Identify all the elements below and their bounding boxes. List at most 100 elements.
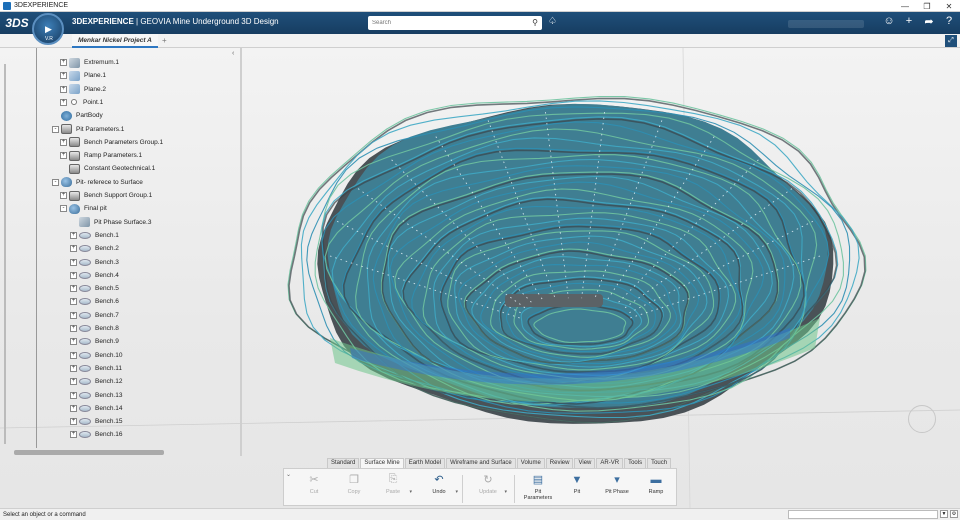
search-icon[interactable]: ⚲ [532,18,538,27]
tree-item[interactable]: + Plane.1 [60,69,106,82]
section-tab[interactable]: Standard [327,458,360,468]
user-profile-icon[interactable]: ☺ [882,15,896,28]
expand-node-icon[interactable]: + [70,364,77,372]
collapse-node-icon[interactable]: - [60,205,67,213]
tree-item[interactable]: + Bench.16 [70,428,122,441]
tree-item[interactable]: - Pit Parameters.1 [52,123,124,136]
expand-node-icon[interactable]: + [70,271,77,279]
expand-node-icon[interactable]: + [60,192,67,199]
section-tab[interactable]: Review [545,458,574,468]
panel-splitter[interactable] [240,48,242,456]
tree-item[interactable]: + Bench Support Group.1 [60,189,152,202]
search-input[interactable] [372,20,522,26]
expand-node-icon[interactable]: + [60,98,67,106]
tree-item[interactable]: - Pit- referece to Surface [52,176,143,189]
expand-node-icon[interactable]: + [70,231,77,239]
copy-button[interactable]: ❐ Copy [338,473,370,505]
tree-item[interactable]: + Bench.10 [70,349,122,362]
pit-button[interactable]: ▼ Pit [561,473,593,505]
tree-item[interactable]: + Bench.1 [70,229,119,242]
dropdown-caret-icon[interactable]: ▾ [455,489,458,495]
expand-node-icon[interactable]: + [70,285,77,293]
section-tab[interactable]: Surface Mine [360,458,404,468]
cut-button[interactable]: ✂ Cut [298,473,330,505]
section-tab[interactable]: Tools [624,458,647,468]
tree-item[interactable]: + Bench.13 [70,389,122,402]
add-icon[interactable]: + [902,15,916,28]
dropdown-caret-icon[interactable]: ▾ [409,489,412,495]
expand-node-icon[interactable]: + [70,311,77,319]
compass-icon[interactable]: ▶ V.R [32,13,64,45]
tree-item[interactable]: + Bench.2 [70,242,119,255]
tree-vertical-scrollbar[interactable] [4,64,6,444]
tree-item[interactable]: - Final pit [60,202,107,215]
update-button[interactable]: ↻ Update ▾ [472,473,507,505]
section-tab[interactable]: View [574,458,596,468]
expand-node-icon[interactable]: + [60,85,67,93]
section-tab[interactable]: Earth Model [404,458,446,468]
expand-node-icon[interactable]: + [70,404,77,412]
expand-node-icon[interactable]: + [70,378,77,386]
collapse-node-icon[interactable]: - [52,125,59,133]
add-tab-icon[interactable]: + [162,36,167,45]
search-box[interactable]: ⚲ [368,16,542,30]
expand-node-icon[interactable]: + [70,258,77,266]
expand-node-icon[interactable]: + [70,391,77,399]
ramp-button[interactable]: ▬ Ramp [640,473,672,505]
expand-node-icon[interactable]: + [70,351,77,359]
expand-node-icon[interactable]: + [60,152,67,160]
tree-item[interactable]: + Point.1 [60,96,103,109]
view-compass-icon[interactable] [908,405,936,433]
tree-item[interactable]: + Bench.7 [70,309,119,322]
command-input[interactable] [788,510,938,519]
help-icon[interactable]: ? [942,15,956,28]
tree-horizontal-scrollbar[interactable] [14,450,164,455]
tree-item[interactable]: + Bench.14 [70,402,122,415]
tree-item[interactable]: + Bench.8 [70,322,119,335]
pit-parameters-button[interactable]: ▤ Pit Parameters [522,473,554,505]
ds-logo-icon[interactable]: 3DS [5,12,28,34]
tree-item[interactable]: + Plane.2 [60,83,106,96]
undo-button[interactable]: ↶ Undo ▾ [423,473,458,505]
tree-item[interactable]: + Bench.15 [70,415,122,428]
expand-node-icon[interactable]: + [60,72,67,80]
expand-node-icon[interactable]: + [70,325,77,332]
tab-menkar-nickel-project[interactable]: Menkar Nickel Project A [72,34,158,48]
tree-item[interactable]: + Bench.6 [70,295,119,308]
tree-item[interactable]: + Bench.4 [70,269,119,282]
expand-node-icon[interactable]: + [70,431,77,439]
expand-node-icon[interactable]: + [70,338,77,346]
section-tab[interactable]: Volume [516,458,545,468]
expand-node-icon[interactable]: + [70,245,77,253]
tree-item[interactable]: + Bench.12 [70,375,122,388]
action-bar-toggle-icon[interactable]: ⌄ [286,471,291,478]
collapse-tree-icon[interactable]: ‹ [232,50,234,57]
expand-node-icon[interactable]: + [70,298,77,306]
filter-icon[interactable]: ▼ [940,510,948,518]
tree-item[interactable]: PartBody [52,109,103,122]
tree-item[interactable]: + Bench Parameters Group.1 [60,136,163,149]
expand-node-icon[interactable]: + [60,59,67,66]
maximize-button[interactable]: ❐ [916,0,938,12]
settings-icon[interactable]: ⚙ [950,510,958,518]
tag-icon[interactable]: ♤ [548,16,557,27]
collapse-node-icon[interactable]: - [52,178,59,186]
tree-item[interactable]: Constant Geotechnical.1 [60,162,155,175]
section-tab[interactable]: Wireframe and Surface [446,458,516,468]
tree-item[interactable]: + Bench.5 [70,282,119,295]
close-button[interactable]: ✕ [938,0,960,12]
share-icon[interactable]: ➦ [922,15,936,28]
expand-node-icon[interactable]: + [70,418,77,426]
tree-item[interactable]: Pit Phase Surface.3 [70,216,151,229]
tree-item[interactable]: + Extremum.1 [60,56,119,69]
expand-node-icon[interactable]: + [60,138,67,146]
tree-item[interactable]: + Ramp Parameters.1 [60,149,142,162]
tree-item[interactable]: + Bench.11 [70,362,122,375]
pit-phase-button[interactable]: ▾ Pit Phase [601,473,633,505]
expand-icon[interactable]: ⤢ [945,35,957,47]
section-tab[interactable]: AR-VR [596,458,624,468]
tree-item[interactable]: + Bench.3 [70,256,119,269]
minimize-button[interactable]: — [894,0,916,12]
dropdown-caret-icon[interactable]: ▾ [504,489,507,495]
section-tab[interactable]: Touch [647,458,672,468]
